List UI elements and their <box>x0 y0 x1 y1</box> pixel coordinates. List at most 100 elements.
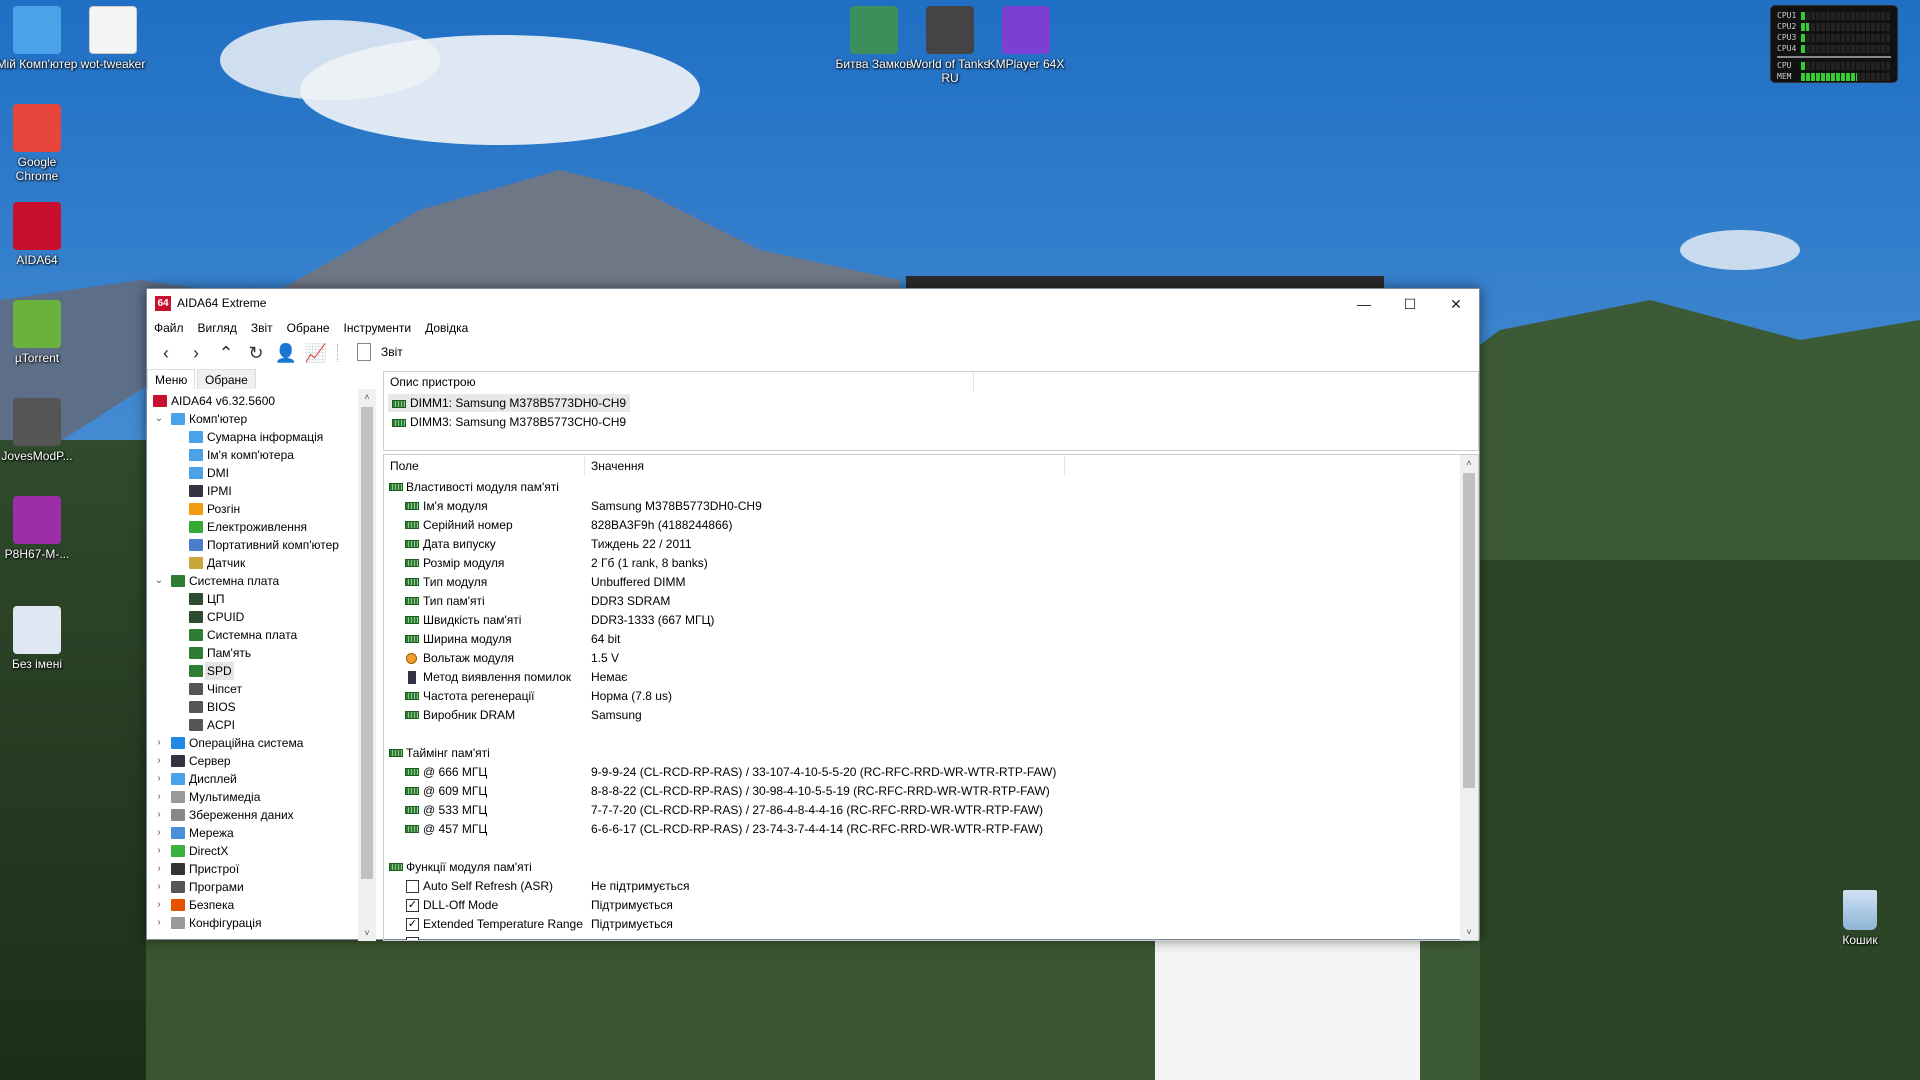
property-row[interactable]: Вольтаж модуля 1.5 V <box>384 649 1478 668</box>
tree-item[interactable]: ⌄ Системна плата <box>147 572 358 590</box>
tree-item[interactable]: Пам'ять <box>147 644 358 662</box>
desktop-icon-wot-tweaker[interactable]: wot-tweaker <box>71 6 155 71</box>
property-row[interactable] <box>384 934 1478 940</box>
up-icon[interactable]: ⌃ <box>213 341 239 365</box>
tree-item[interactable]: › Мережа <box>147 824 358 842</box>
desktop-icon[interactable]: Google Chrome <box>0 104 79 183</box>
menu-item[interactable]: Обране <box>280 319 337 338</box>
forward-icon[interactable]: › <box>183 341 209 365</box>
property-row[interactable]: Тип пам'яті DDR3 SDRAM <box>384 592 1478 611</box>
expand-chevron-right-icon[interactable]: › <box>153 752 165 770</box>
expand-chevron-right-icon[interactable]: › <box>153 806 165 824</box>
expand-chevron-down-icon[interactable]: ⌄ <box>153 572 165 590</box>
tree-item[interactable]: Розгін <box>147 500 358 518</box>
device-column-header[interactable]: Опис пристрою <box>384 372 974 392</box>
chart-icon[interactable]: 📈 <box>303 341 329 365</box>
tree-item[interactable]: Датчик <box>147 554 358 572</box>
tree-item[interactable]: Системна плата <box>147 626 358 644</box>
property-group[interactable]: Функції модуля пам'яті <box>384 858 1478 877</box>
menu-item[interactable]: Вигляд <box>191 319 244 338</box>
tree-item[interactable]: DMI <box>147 464 358 482</box>
tree-item[interactable]: › Програми <box>147 878 358 896</box>
tree-item[interactable]: › Збереження даних <box>147 806 358 824</box>
property-row[interactable]: Ширина модуля 64 bit <box>384 630 1478 649</box>
property-row[interactable]: Розмір модуля 2 Гб (1 rank, 8 banks) <box>384 554 1478 573</box>
report-icon[interactable] <box>357 343 371 361</box>
minimize-button[interactable]: — <box>1341 289 1387 319</box>
tree-item[interactable]: Ім'я комп'ютера <box>147 446 358 464</box>
tree-item[interactable]: CPUID <box>147 608 358 626</box>
menu-item[interactable]: Інструменти <box>337 319 419 338</box>
tree-item[interactable]: › Безпека <box>147 896 358 914</box>
tree-item[interactable]: › Конфігурація <box>147 914 358 932</box>
device-item[interactable]: DIMM1: Samsung M378B5773DH0-CH9 <box>388 394 631 412</box>
expand-chevron-right-icon[interactable]: › <box>153 860 165 878</box>
menu-item[interactable]: Файл <box>147 319 191 338</box>
tree-item[interactable]: Чіпсет <box>147 680 358 698</box>
expand-chevron-right-icon[interactable]: › <box>153 878 165 896</box>
property-row[interactable]: ✓ Extended Temperature Range Підтримується <box>384 915 1478 934</box>
column-header-value[interactable]: Значення <box>585 456 1065 476</box>
expand-chevron-right-icon[interactable]: › <box>153 824 165 842</box>
desktop-icon[interactable]: P8H67-M-... <box>0 496 79 561</box>
property-group[interactable]: Властивості модуля пам'яті <box>384 478 1478 497</box>
expand-chevron-down-icon[interactable]: ⌄ <box>153 410 165 428</box>
device-item[interactable]: DIMM3: Samsung M378B5773CH0-CH9 <box>388 413 630 431</box>
tree-item[interactable]: › DirectX <box>147 842 358 860</box>
property-row[interactable]: Метод виявлення помилок Немає <box>384 668 1478 687</box>
tree-item[interactable]: › Сервер <box>147 752 358 770</box>
property-row[interactable]: Ім'я модуля Samsung M378B5773DH0-CH9 <box>384 497 1478 516</box>
tree-item[interactable]: Портативний комп'ютер <box>147 536 358 554</box>
tree-item[interactable]: BIOS <box>147 698 358 716</box>
maximize-button[interactable]: ☐ <box>1387 289 1433 319</box>
desktop-icon[interactable]: World of Tanks RU <box>908 6 992 85</box>
tree-item[interactable]: Електроживлення <box>147 518 358 536</box>
property-row[interactable]: Дата випуску Тиждень 22 / 2011 <box>384 535 1478 554</box>
user-icon[interactable]: 👤 <box>273 341 299 365</box>
tree-item[interactable]: › Пристрої <box>147 860 358 878</box>
desktop-icon[interactable]: KMPlayer 64X <box>984 6 1068 71</box>
refresh-icon[interactable]: ↻ <box>243 341 269 365</box>
desktop-icon[interactable]: µTorrent <box>0 300 79 365</box>
tab-menu[interactable]: Меню <box>147 369 196 389</box>
tree-item[interactable]: ACPI <box>147 716 358 734</box>
property-row[interactable]: ✓ DLL-Off Mode Підтримується <box>384 896 1478 915</box>
property-row[interactable]: Швидкість пам'яті DDR3-1333 (667 МГЦ) <box>384 611 1478 630</box>
expand-chevron-right-icon[interactable]: › <box>153 896 165 914</box>
property-row[interactable]: Серійний номер 828BA3F9h (4188244866) <box>384 516 1478 535</box>
menu-item[interactable]: Довідка <box>418 319 475 338</box>
column-header-field[interactable]: Поле <box>384 456 585 476</box>
expand-chevron-right-icon[interactable]: › <box>153 842 165 860</box>
report-button[interactable]: Звіт <box>381 345 403 359</box>
tree-item[interactable]: ЦП <box>147 590 358 608</box>
property-row[interactable]: Виробник DRAM Samsung <box>384 706 1478 725</box>
expand-chevron-right-icon[interactable]: › <box>153 770 165 788</box>
tree-item[interactable]: AIDA64 v6.32.5600 <box>147 392 358 410</box>
tree-item[interactable]: › Мультимедіа <box>147 788 358 806</box>
tree-item[interactable]: Сумарна інформація <box>147 428 358 446</box>
property-row[interactable]: @ 609 МГЦ 8-8-8-22 (CL-RCD-RP-RAS) / 30-9… <box>384 782 1478 801</box>
property-row[interactable]: Auto Self Refresh (ASR) Не підтримується <box>384 877 1478 896</box>
close-button[interactable]: ✕ <box>1433 289 1479 319</box>
desktop-icon[interactable]: Без імені <box>0 606 79 671</box>
property-row[interactable]: @ 533 МГЦ 7-7-7-20 (CL-RCD-RP-RAS) / 27-8… <box>384 801 1478 820</box>
tree-item[interactable]: SPD <box>147 662 358 680</box>
property-row[interactable]: Тип модуля Unbuffered DIMM <box>384 573 1478 592</box>
desktop-icon-recycle-bin[interactable]: Кошик <box>1818 890 1902 947</box>
desktop-icon[interactable]: JovesModP... <box>0 398 79 463</box>
tree-scrollbar[interactable]: ˄ ˅ <box>358 389 376 941</box>
expand-chevron-right-icon[interactable]: › <box>153 788 165 806</box>
desktop-icon[interactable]: Битва Замков <box>832 6 916 71</box>
property-row[interactable]: Частота регенерації Норма (7.8 us) <box>384 687 1478 706</box>
expand-chevron-right-icon[interactable]: › <box>153 914 165 932</box>
tree-item[interactable]: › Операційна система <box>147 734 358 752</box>
tree-item[interactable]: IPMI <box>147 482 358 500</box>
back-icon[interactable]: ‹ <box>153 341 179 365</box>
property-row[interactable]: @ 666 МГЦ 9-9-9-24 (CL-RCD-RP-RAS) / 33-1… <box>384 763 1478 782</box>
expand-chevron-right-icon[interactable]: › <box>153 734 165 752</box>
tab-favorites[interactable]: Обране <box>197 369 256 389</box>
tree-item[interactable]: ⌄ Комп'ютер <box>147 410 358 428</box>
desktop-icon[interactable]: Мій Комп'ютер <box>0 6 79 71</box>
property-group[interactable]: Таймінг пам'яті <box>384 744 1478 763</box>
desktop-icon[interactable]: AIDA64 <box>0 202 79 267</box>
